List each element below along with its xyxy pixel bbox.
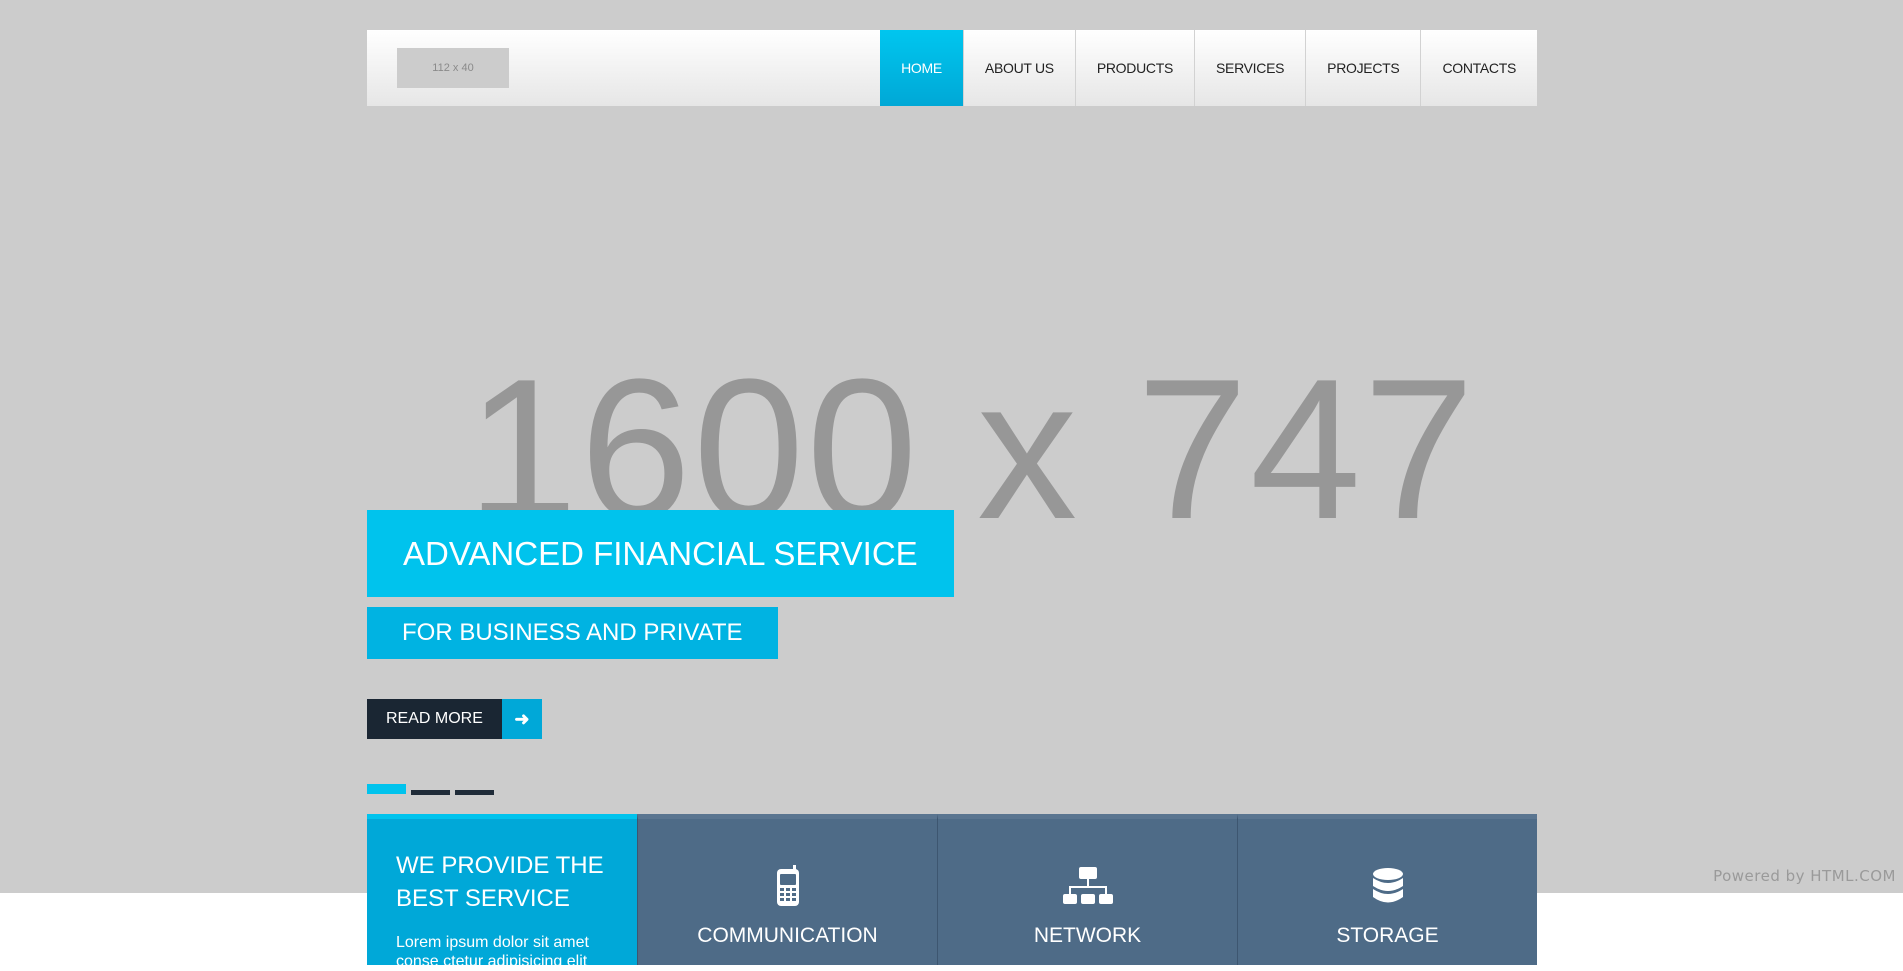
feature-storage[interactable]: STORAGE	[1237, 814, 1537, 965]
intro-text: Lorem ipsum dolor sit amet conse ctetur …	[396, 934, 589, 970]
database-icon	[1238, 864, 1537, 908]
slider-pagination	[367, 784, 494, 795]
arrow-right-icon: ➜	[501, 699, 542, 739]
nav-services[interactable]: SERVICES	[1194, 30, 1306, 106]
slider-dot-1[interactable]	[367, 784, 406, 794]
feature-network[interactable]: NETWORK	[937, 814, 1237, 965]
feature-communication[interactable]: COMMUNICATION	[637, 814, 937, 965]
hero-caption-subtitle: FOR BUSINESS AND PRIVATE	[367, 607, 778, 659]
hero-background: 1600 x 747	[0, 0, 1903, 893]
nav-projects[interactable]: PROJECTS	[1305, 30, 1421, 106]
nav-products[interactable]: PRODUCTS	[1074, 30, 1194, 106]
slider-dot-2[interactable]	[411, 790, 450, 795]
intro-panel: WE PROVIDE THE BEST SERVICE Lorem ipsum …	[367, 814, 637, 970]
read-more-label: READ MORE	[367, 699, 502, 739]
main-nav: HOME ABOUT US PRODUCTS SERVICES PROJECTS…	[880, 30, 1537, 106]
nav-about-us[interactable]: ABOUT US	[962, 30, 1075, 106]
sitemap-icon	[938, 864, 1237, 908]
hero-caption-title: ADVANCED FINANCIAL SERVICE	[367, 510, 954, 597]
features-strip: WE PROVIDE THE BEST SERVICE Lorem ipsum …	[367, 814, 1537, 970]
intro-title: WE PROVIDE THE BEST SERVICE	[396, 852, 604, 912]
feature-title: COMMUNICATION	[697, 924, 878, 947]
powered-by-link[interactable]: Powered by HTML.COM	[1713, 867, 1896, 885]
slider-dot-3[interactable]	[455, 790, 494, 795]
read-more-button[interactable]: READ MORE ➜	[367, 699, 542, 739]
feature-title: STORAGE	[1336, 924, 1439, 947]
nav-contacts[interactable]: CONTACTS	[1420, 30, 1537, 106]
site-header: 112 x 40 HOME ABOUT US PRODUCTS SERVICES…	[367, 30, 1537, 106]
nav-home[interactable]: HOME	[880, 30, 963, 106]
logo[interactable]: 112 x 40	[397, 48, 509, 88]
feature-title: NETWORK	[1033, 924, 1142, 947]
mobile-phone-icon	[638, 864, 937, 908]
